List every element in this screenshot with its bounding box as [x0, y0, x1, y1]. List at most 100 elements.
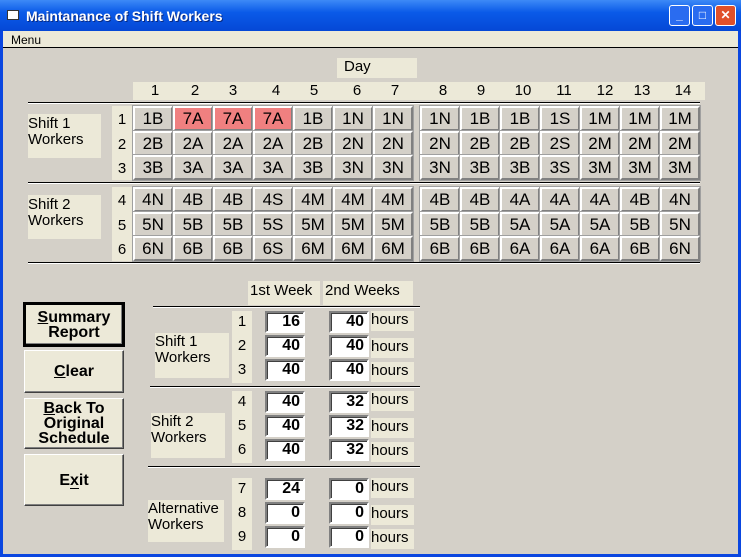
first-week-hours-input[interactable]: 40 — [265, 335, 305, 357]
first-week-hours-input[interactable]: 40 — [265, 415, 305, 437]
schedule-cell[interactable]: 5A — [499, 210, 541, 238]
schedule-cell[interactable]: 6S — [252, 235, 294, 263]
schedule-cell[interactable]: 2A — [252, 129, 294, 157]
minimize-button[interactable]: _ — [669, 5, 690, 26]
schedule-cell[interactable]: 4M — [332, 186, 374, 213]
schedule-cell[interactable]: 3A — [212, 154, 254, 182]
schedule-cell[interactable]: 4N — [659, 186, 701, 213]
schedule-cell[interactable]: 2M — [579, 129, 621, 157]
schedule-cell[interactable]: 6M — [332, 235, 374, 263]
second-week-hours-input[interactable]: 40 — [329, 335, 369, 357]
schedule-cell[interactable]: 5B — [172, 210, 214, 238]
schedule-cell[interactable]: 4N — [132, 186, 174, 213]
schedule-cell[interactable]: 3B — [499, 154, 541, 182]
schedule-cell[interactable]: 6M — [292, 235, 334, 263]
first-week-hours-input[interactable]: 40 — [265, 391, 305, 413]
schedule-cell[interactable]: 5A — [579, 210, 621, 238]
menu-item-menu[interactable]: Menu — [11, 33, 41, 47]
schedule-cell[interactable]: 5B — [212, 210, 254, 238]
schedule-cell[interactable]: 4M — [292, 186, 334, 213]
schedule-cell[interactable]: 4S — [252, 186, 294, 213]
schedule-cell[interactable]: 6A — [579, 235, 621, 263]
schedule-cell[interactable]: 2M — [659, 129, 701, 157]
schedule-cell[interactable]: 3N — [332, 154, 374, 182]
schedule-cell[interactable]: 2A — [212, 129, 254, 157]
schedule-cell[interactable]: 3M — [579, 154, 621, 182]
schedule-cell[interactable]: 1B — [499, 105, 541, 132]
schedule-cell[interactable]: 5B — [419, 210, 461, 238]
schedule-cell[interactable]: 5M — [292, 210, 334, 238]
schedule-cell[interactable]: 7A — [172, 105, 214, 132]
schedule-cell[interactable]: 3B — [132, 154, 174, 182]
schedule-cell[interactable]: 2M — [619, 129, 661, 157]
maximize-button[interactable]: □ — [692, 5, 713, 26]
schedule-cell[interactable]: 2B — [459, 129, 501, 157]
schedule-cell[interactable]: 4A — [539, 186, 581, 213]
first-week-hours-input[interactable]: 0 — [265, 526, 305, 548]
schedule-cell[interactable]: 4B — [419, 186, 461, 213]
first-week-hours-input[interactable]: 40 — [265, 439, 305, 461]
schedule-cell[interactable]: 4A — [579, 186, 621, 213]
second-week-hours-input[interactable]: 32 — [329, 415, 369, 437]
close-button[interactable]: ✕ — [715, 5, 736, 26]
second-week-hours-input[interactable]: 40 — [329, 311, 369, 333]
first-week-hours-input[interactable]: 16 — [265, 311, 305, 333]
first-week-hours-input[interactable]: 0 — [265, 502, 305, 524]
second-week-hours-input[interactable]: 0 — [329, 502, 369, 524]
schedule-cell[interactable]: 5N — [132, 210, 174, 238]
schedule-cell[interactable]: 5M — [332, 210, 374, 238]
schedule-cell[interactable]: 2B — [292, 129, 334, 157]
schedule-cell[interactable]: 6B — [459, 235, 501, 263]
schedule-cell[interactable]: 3A — [172, 154, 214, 182]
second-week-hours-input[interactable]: 40 — [329, 359, 369, 381]
schedule-cell[interactable]: 6N — [132, 235, 174, 263]
schedule-cell[interactable]: 3B — [459, 154, 501, 182]
schedule-cell[interactable]: 3B — [292, 154, 334, 182]
schedule-cell[interactable]: 5S — [252, 210, 294, 238]
clear-button[interactable]: Clear — [24, 350, 124, 393]
first-week-hours-input[interactable]: 40 — [265, 359, 305, 381]
schedule-cell[interactable]: 4A — [499, 186, 541, 213]
schedule-cell[interactable]: 7A — [252, 105, 294, 132]
schedule-cell[interactable]: 5B — [619, 210, 661, 238]
schedule-cell[interactable]: 2B — [499, 129, 541, 157]
second-week-hours-input[interactable]: 32 — [329, 391, 369, 413]
second-week-hours-input[interactable]: 32 — [329, 439, 369, 461]
schedule-cell[interactable]: 1B — [292, 105, 334, 132]
exit-button[interactable]: Exit — [24, 454, 124, 506]
schedule-cell[interactable]: 1N — [419, 105, 461, 132]
schedule-cell[interactable]: 1N — [372, 105, 414, 132]
schedule-cell[interactable]: 2N — [332, 129, 374, 157]
schedule-cell[interactable]: 6B — [419, 235, 461, 263]
schedule-cell[interactable]: 6B — [172, 235, 214, 263]
schedule-cell[interactable]: 3S — [539, 154, 581, 182]
schedule-cell[interactable]: 5B — [459, 210, 501, 238]
schedule-cell[interactable]: 1N — [332, 105, 374, 132]
schedule-cell[interactable]: 2N — [419, 129, 461, 157]
schedule-cell[interactable]: 2S — [539, 129, 581, 157]
schedule-cell[interactable]: 2N — [372, 129, 414, 157]
schedule-cell[interactable]: 4B — [619, 186, 661, 213]
schedule-cell[interactable]: 6B — [212, 235, 254, 263]
schedule-cell[interactable]: 4B — [172, 186, 214, 213]
schedule-cell[interactable]: 7A — [212, 105, 254, 132]
schedule-cell[interactable]: 1B — [459, 105, 501, 132]
schedule-cell[interactable]: 1M — [579, 105, 621, 132]
schedule-cell[interactable]: 4B — [459, 186, 501, 213]
schedule-cell[interactable]: 1S — [539, 105, 581, 132]
schedule-cell[interactable]: 6N — [659, 235, 701, 263]
schedule-cell[interactable]: 1M — [659, 105, 701, 132]
summary-report-button[interactable]: Summary Report — [23, 302, 125, 347]
schedule-cell[interactable]: 3N — [419, 154, 461, 182]
first-week-hours-input[interactable]: 24 — [265, 478, 305, 500]
schedule-cell[interactable]: 2B — [132, 129, 174, 157]
schedule-cell[interactable]: 2A — [172, 129, 214, 157]
schedule-cell[interactable]: 6A — [499, 235, 541, 263]
schedule-cell[interactable]: 4M — [372, 186, 414, 213]
schedule-cell[interactable]: 4B — [212, 186, 254, 213]
back-to-original-schedule-button[interactable]: Back To Original Schedule — [24, 398, 124, 449]
schedule-cell[interactable]: 6B — [619, 235, 661, 263]
schedule-cell[interactable]: 1M — [619, 105, 661, 132]
schedule-cell[interactable]: 6A — [539, 235, 581, 263]
schedule-cell[interactable]: 3M — [619, 154, 661, 182]
